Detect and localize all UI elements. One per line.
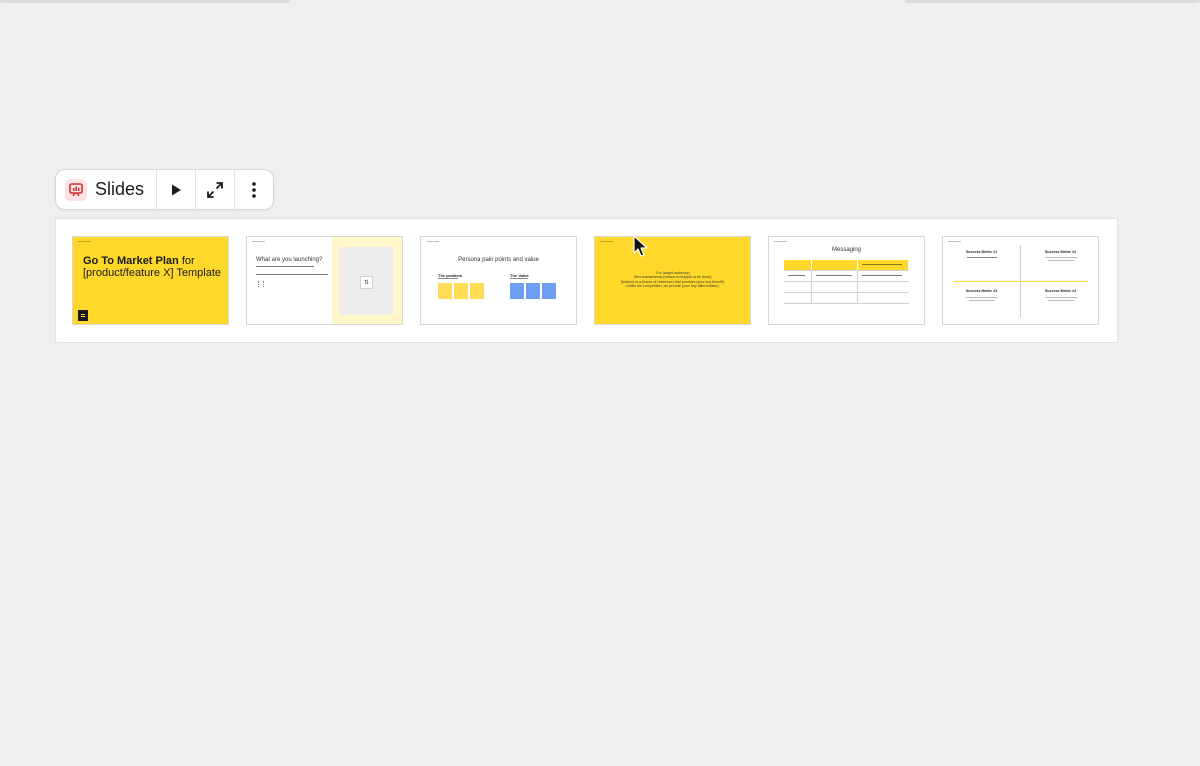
table-header-row bbox=[784, 260, 909, 271]
metric-quadrant-1: Success Metric #1 bbox=[959, 250, 1004, 259]
metric-title: Success Metric #3 bbox=[965, 289, 998, 293]
metric-description-line bbox=[1044, 297, 1077, 299]
sticky-note bbox=[526, 283, 540, 299]
table-cell bbox=[784, 293, 812, 303]
more-options-button[interactable] bbox=[235, 170, 273, 209]
sticky-note bbox=[470, 283, 484, 299]
slide-5-heading: Messaging bbox=[831, 247, 861, 253]
slide-2-side-panel: ⇅ bbox=[332, 237, 402, 324]
presentation-icon bbox=[65, 178, 87, 201]
canvas[interactable]: Slides Go To Market Plan for [product/fe… bbox=[0, 0, 1200, 766]
table-header-cell bbox=[858, 260, 909, 270]
drag-handle-icon bbox=[258, 281, 264, 287]
slide-header-line bbox=[774, 241, 787, 242]
table-cell bbox=[784, 271, 812, 281]
slide-header-line bbox=[252, 241, 265, 242]
more-vertical-icon bbox=[252, 181, 256, 198]
slide-3-heading: Persona pain points and value bbox=[458, 257, 539, 263]
slide-3-value-underline bbox=[510, 278, 528, 279]
metric-title: Success Metric #4 bbox=[1044, 289, 1077, 293]
metric-quadrant-3: Success Metric #3 bbox=[959, 289, 1004, 302]
menu-icon bbox=[78, 310, 88, 321]
slides-title: Slides bbox=[95, 179, 145, 199]
table-header-cell bbox=[784, 260, 812, 270]
table-cell bbox=[784, 282, 812, 292]
table-cell bbox=[812, 271, 858, 281]
metric-quadrant-4: Success Metric #4 bbox=[1038, 289, 1083, 302]
slide-thumbnail-1[interactable]: Go To Market Plan for [product/feature X… bbox=[72, 236, 229, 325]
table-cell bbox=[858, 271, 909, 281]
slide-2-divider bbox=[256, 274, 328, 275]
slide-1-title: Go To Market Plan for [product/feature X… bbox=[83, 255, 223, 279]
table-cell bbox=[812, 282, 858, 292]
slide-thumbnail-5[interactable]: Messaging bbox=[768, 236, 925, 325]
quadrant-divider-horizontal bbox=[953, 281, 1088, 282]
table-cell bbox=[812, 293, 858, 303]
slide-thumbnail-6[interactable]: Success Metric #1 Success Metric #2 Succ… bbox=[942, 236, 1099, 325]
table-row bbox=[784, 282, 909, 293]
slide-3-problem-underline bbox=[438, 278, 458, 279]
slide-2-heading: What are you launching? bbox=[256, 257, 323, 263]
metric-title: Success Metric #1 bbox=[965, 250, 998, 254]
slide-thumbnail-2[interactable]: What are you launching? ⇅ bbox=[246, 236, 403, 325]
slide-strip: Go To Market Plan for [product/feature X… bbox=[55, 218, 1118, 343]
sticky-note bbox=[438, 283, 452, 299]
metric-description-line bbox=[965, 297, 998, 299]
slides-toolbar: Slides bbox=[55, 169, 275, 210]
table-header-cell bbox=[812, 260, 858, 270]
top-bar-right-edge bbox=[905, 0, 1200, 3]
metric-title: Success Metric #2 bbox=[1044, 250, 1077, 254]
messaging-table bbox=[784, 260, 909, 304]
slide-thumbnail-3[interactable]: Persona pain points and value The proble… bbox=[420, 236, 577, 325]
expand-icon bbox=[207, 181, 223, 198]
slide-header-line bbox=[78, 241, 91, 242]
top-bar-left-edge bbox=[0, 0, 290, 3]
slide-4-line-4: Unlike the competition, we provide (your… bbox=[626, 284, 720, 289]
present-button[interactable] bbox=[157, 170, 197, 209]
image-icon: ⇅ bbox=[360, 276, 373, 289]
metric-description-line bbox=[1044, 257, 1077, 259]
slide-header-line bbox=[948, 241, 961, 242]
metric-description-line bbox=[968, 300, 995, 302]
sticky-note bbox=[542, 283, 556, 299]
slides-title-area[interactable]: Slides bbox=[56, 170, 158, 209]
slide-header-line bbox=[600, 241, 613, 242]
table-cell bbox=[858, 282, 909, 292]
slide-4-positioning-statement: For (target audience) Who wants/needs (r… bbox=[607, 271, 739, 289]
metric-underline bbox=[966, 257, 997, 259]
metric-description-line bbox=[1047, 260, 1074, 262]
sticky-note bbox=[510, 283, 524, 299]
sticky-note bbox=[454, 283, 468, 299]
table-cell bbox=[858, 293, 909, 303]
table-row bbox=[784, 293, 909, 304]
slide-2-underline bbox=[256, 266, 314, 267]
slide-1-title-bold: Go To Market Plan bbox=[83, 255, 179, 267]
slide-2-image-placeholder: ⇅ bbox=[339, 247, 393, 315]
slide-thumbnail-4[interactable]: For (target audience) Who wants/needs (r… bbox=[594, 236, 751, 325]
mouse-cursor-icon bbox=[633, 235, 648, 257]
play-icon bbox=[172, 184, 182, 195]
table-row bbox=[784, 271, 909, 282]
fullscreen-button[interactable] bbox=[196, 170, 236, 209]
metric-quadrant-2: Success Metric #2 bbox=[1038, 250, 1083, 262]
metric-description-line bbox=[1047, 300, 1074, 302]
slide-header-line bbox=[426, 241, 439, 242]
